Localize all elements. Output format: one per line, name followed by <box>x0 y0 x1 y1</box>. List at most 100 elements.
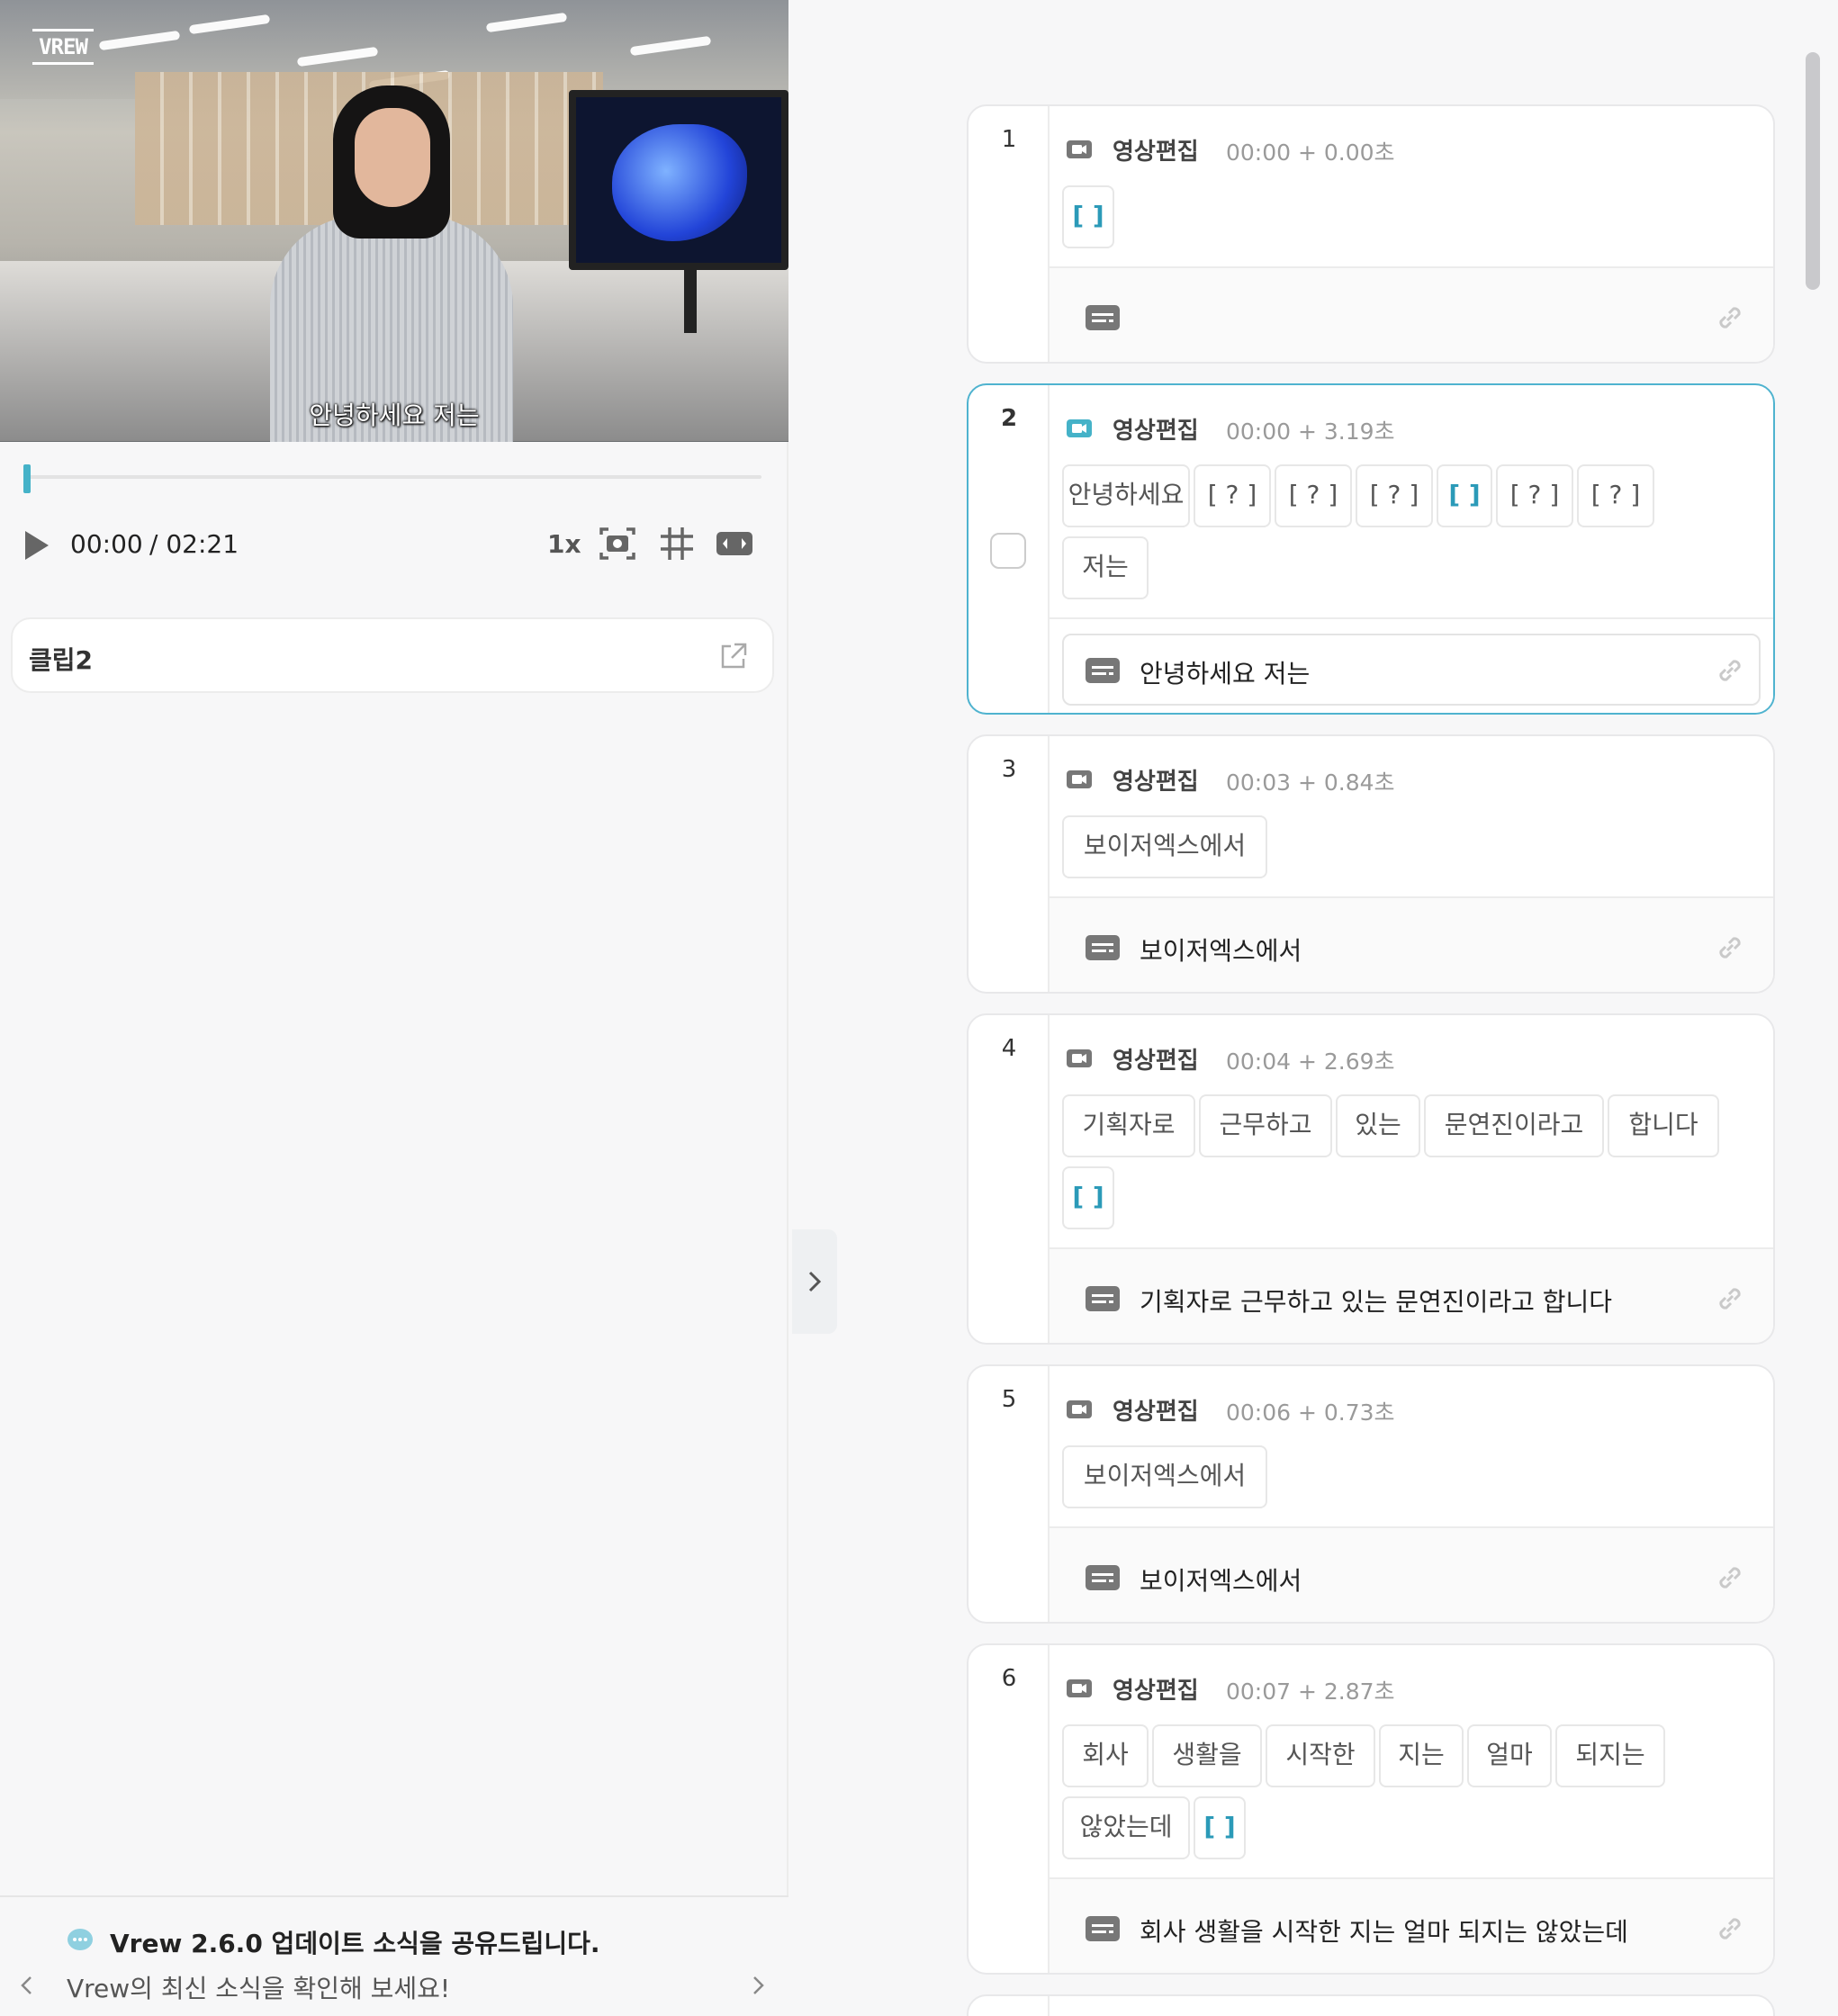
clip-time: 00:00 + 3.19초 <box>1226 418 1395 445</box>
word-chip[interactable]: 저는 <box>1062 536 1149 599</box>
subtitle-text[interactable]: 보이저엑스에서 <box>1140 932 1302 968</box>
chevron-left-icon[interactable] <box>16 1975 38 1996</box>
video-camera-icon <box>1067 1400 1092 1418</box>
subtitle-row[interactable]: 보이저엑스에서 <box>1050 896 1773 992</box>
video-camera-icon <box>1067 770 1092 788</box>
link-icon[interactable] <box>1714 1562 1746 1594</box>
panel-toggle-button[interactable] <box>792 1229 837 1334</box>
subtitle-row[interactable]: 기획자로 근무하고 있는 문연진이라고 합니다 <box>1050 1247 1773 1343</box>
subtitle-icon <box>1086 305 1120 330</box>
vrew-logo: VREW <box>32 29 94 65</box>
word-chip[interactable]: [ ? ] <box>1275 464 1352 527</box>
word-chip[interactable]: 문연진이라고 <box>1424 1094 1604 1157</box>
clip-number: 5 <box>1001 1386 1017 1413</box>
link-icon[interactable] <box>1714 932 1746 964</box>
word-chip[interactable]: [ ? ] <box>1356 464 1433 527</box>
video-camera-icon <box>1067 1049 1092 1067</box>
progress-track[interactable] <box>23 475 761 479</box>
word-chip[interactable]: [ ? ] <box>1577 464 1654 527</box>
word-chip[interactable]: 않았는데 <box>1062 1796 1190 1859</box>
clip-row-3[interactable]: 3 영상편집 00:03 + 0.84초 보이저엑스에서 보이저엑스에서 <box>967 734 1775 994</box>
clip-row-partial[interactable] <box>967 1994 1775 2016</box>
subtitle-row[interactable]: 회사 생활을 시작한 지는 얼마 되지는 않았는데 <box>1050 1877 1773 1973</box>
word-chip[interactable]: 되지는 <box>1555 1724 1665 1787</box>
word-chip[interactable]: [ ] <box>1062 185 1114 248</box>
clip-number-column: 3 <box>969 736 1050 992</box>
word-chip[interactable]: 회사 <box>1062 1724 1149 1787</box>
clip-number: 6 <box>1001 1665 1017 1692</box>
subtitle-text[interactable]: 보이저엑스에서 <box>1140 1562 1302 1598</box>
clip-row-5[interactable]: 5 영상편집 00:06 + 0.73초 보이저엑스에서 보이저엑스에서 <box>967 1364 1775 1624</box>
clip-label: 영상편집 <box>1113 1678 1199 1705</box>
subtitle-row[interactable]: 보이저엑스에서 <box>1050 1526 1773 1622</box>
clip-list: 1 영상편집 00:00 + 0.00초 [ ] 2 영상편집 00:00 + … <box>967 0 1777 2016</box>
link-icon[interactable] <box>1714 654 1746 687</box>
play-icon[interactable] <box>25 531 49 560</box>
word-chip[interactable]: 보이저엑스에서 <box>1062 815 1267 878</box>
clip-number: 2 <box>1000 405 1018 432</box>
word-chip[interactable]: 기획자로 <box>1062 1094 1195 1157</box>
clip-card[interactable]: 클립2 <box>11 617 774 693</box>
clip-time: 00:00 + 0.00초 <box>1226 140 1395 166</box>
word-chip[interactable]: 있는 <box>1336 1094 1420 1157</box>
clip-number-column: 4 <box>969 1015 1050 1343</box>
speed-button[interactable]: 1x <box>547 529 581 559</box>
fullscreen-icon[interactable] <box>715 524 754 563</box>
subtitle-icon <box>1086 658 1120 683</box>
external-link-icon[interactable] <box>718 641 749 671</box>
subtitle-row[interactable] <box>1050 266 1773 362</box>
word-chip[interactable]: [ ? ] <box>1194 464 1271 527</box>
word-chip[interactable]: 시작한 <box>1266 1724 1375 1787</box>
video-camera-icon <box>1067 419 1092 437</box>
clip-row-6[interactable]: 6 영상편집 00:07 + 2.87초 회사 생활을 시작한 지는 얼마 되지는않았는데… <box>967 1643 1775 1975</box>
link-icon[interactable] <box>1714 302 1746 334</box>
word-chip[interactable]: [ ? ] <box>1496 464 1573 527</box>
clip-number: 4 <box>1001 1035 1017 1062</box>
subtitle-icon <box>1086 935 1120 960</box>
subtitle-icon <box>1086 1565 1120 1590</box>
subtitle-text[interactable]: 안녕하세요 저는 <box>1140 654 1310 690</box>
word-chip[interactable]: [ ] <box>1194 1796 1246 1859</box>
current-time: 00:00 <box>70 529 143 559</box>
total-time: / 02:21 <box>149 529 239 559</box>
screenshot-icon[interactable] <box>598 524 637 563</box>
word-chip[interactable]: 얼마 <box>1467 1724 1552 1787</box>
clip-time: 00:03 + 0.84초 <box>1226 770 1395 796</box>
video-preview[interactable]: VREW 안녕하세요 저는 <box>0 0 788 442</box>
news-banner[interactable]: Vrew 2.6.0 업데이트 소식을 공유드립니다. Vrew의 최신 소식을… <box>0 1895 788 2016</box>
word-chip[interactable]: [ ] <box>1437 464 1492 527</box>
grid-icon[interactable] <box>657 524 697 563</box>
clip-row-1[interactable]: 1 영상편집 00:00 + 0.00초 [ ] <box>967 104 1775 364</box>
clip-row-2[interactable]: 2 영상편집 00:00 + 3.19초 안녕하세요[ ? ][ ? ][ ? … <box>967 383 1775 715</box>
clip-row-4[interactable]: 4 영상편집 00:04 + 2.69초 기획자로 근무하고 있는 문연진이라고 합니다… <box>967 1013 1775 1345</box>
subtitle-text[interactable]: 기획자로 근무하고 있는 문연진이라고 합니다 <box>1140 1282 1612 1318</box>
subtitle-text[interactable]: 회사 생활을 시작한 지는 얼마 되지는 않았는데 <box>1140 1912 1628 1948</box>
news-subtitle: Vrew의 최신 소식을 확인해 보세요! <box>67 1974 451 2003</box>
chevron-right-icon <box>808 1271 822 1292</box>
word-chip[interactable]: 안녕하세요 <box>1062 464 1190 527</box>
subtitle-row[interactable]: 안녕하세요 저는 <box>1050 617 1773 713</box>
word-chip[interactable]: 생활을 <box>1152 1724 1262 1787</box>
clip-time: 00:07 + 2.87초 <box>1226 1678 1395 1705</box>
video-camera-icon <box>1067 1679 1092 1697</box>
chevron-right-icon[interactable] <box>747 1975 769 1996</box>
video-subtitle: 안녕하세요 저는 <box>309 400 480 430</box>
link-icon[interactable] <box>1714 1912 1746 1945</box>
monitor-stand <box>684 270 697 333</box>
clip-time: 00:04 + 2.69초 <box>1226 1048 1395 1075</box>
clip-number-column: 5 <box>969 1366 1050 1622</box>
scrollbar[interactable] <box>1806 52 1820 290</box>
word-chip[interactable]: 합니다 <box>1608 1094 1719 1157</box>
word-chip[interactable]: 근무하고 <box>1199 1094 1332 1157</box>
word-chip[interactable]: [ ] <box>1062 1166 1114 1229</box>
clip-title: 클립2 <box>29 645 94 675</box>
word-chip[interactable]: 보이저엑스에서 <box>1062 1445 1267 1508</box>
link-icon[interactable] <box>1714 1282 1746 1315</box>
clip-number-column: 1 <box>969 106 1050 362</box>
clip-checkbox[interactable] <box>990 533 1026 569</box>
progress-handle[interactable] <box>23 464 31 493</box>
person-face <box>355 108 430 207</box>
word-chip[interactable]: 지는 <box>1379 1724 1464 1787</box>
clip-time: 00:06 + 0.73초 <box>1226 1400 1395 1426</box>
news-title: Vrew 2.6.0 업데이트 소식을 공유드립니다. <box>110 1929 600 1958</box>
